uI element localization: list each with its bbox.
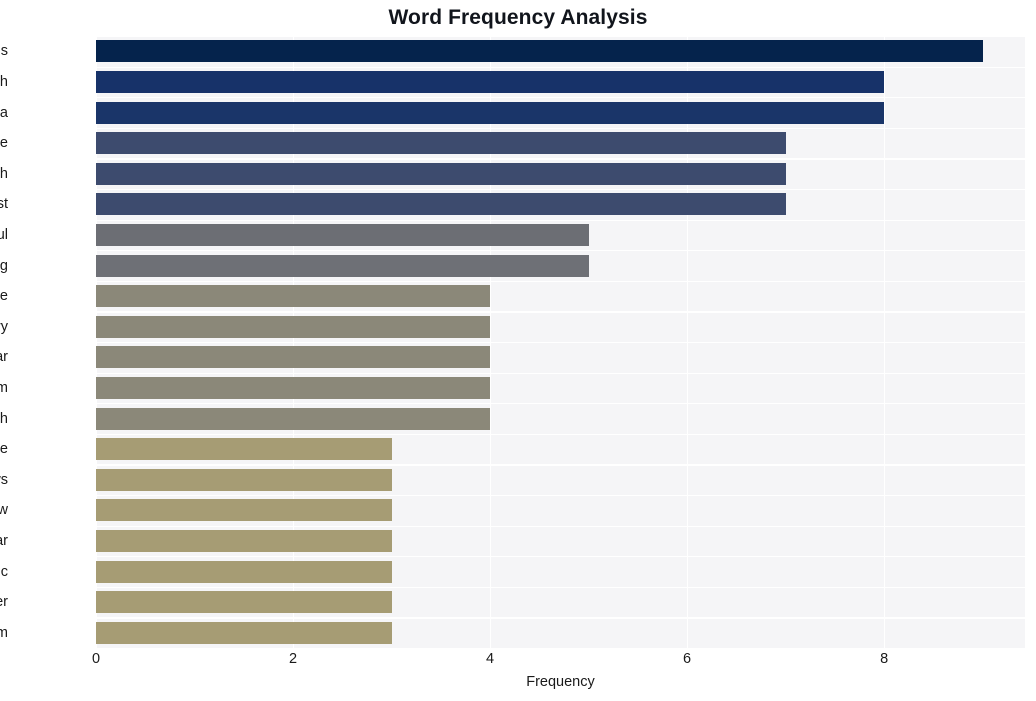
x-axis-tick-label: 4 [486,651,495,667]
x-axis-tick-label: 6 [683,651,692,667]
x-axis-tick-label: 8 [880,651,889,667]
y-axis-label: korea [0,104,8,121]
y-axis-label: test [0,196,8,213]
x-axis-title: Frequency [526,674,595,690]
gridline-horizontal [96,648,1025,650]
y-axis-label: pyongyang [0,257,8,274]
y-axis-label: missile [0,441,8,458]
x-axis-tick-label: 0 [91,651,101,667]
y-axis-label: cruise [0,135,8,152]
y-axis-label: missiles [0,43,8,60]
y-axis-label: nuclear [0,349,8,366]
y-axis-label: new [0,502,8,519]
x-axis-tick-label: 2 [288,651,298,667]
y-axis-label: military [0,318,8,335]
y-axis-label: launch [0,410,8,427]
y-axis-label: year [0,532,8,549]
y-axis-label: fire [0,288,8,305]
y-axis-label: border [0,594,8,611]
y-axis-label: arm [0,379,8,396]
chart-title: Word Frequency Analysis [388,6,648,29]
y-axis-label: kim [0,624,8,641]
y-axis-label: seoul [0,226,8,243]
y-axis-labels: missiles north korea cruise south test seoul py… [0,36,1036,648]
y-axis-label: news [0,471,8,488]
word-frequency-bar-chart: Word Frequency Analysis missiles north kor… [0,0,1036,701]
y-axis-label: south [0,165,8,182]
y-axis-label: north [0,73,8,90]
y-axis-label: ballistic [0,563,8,580]
